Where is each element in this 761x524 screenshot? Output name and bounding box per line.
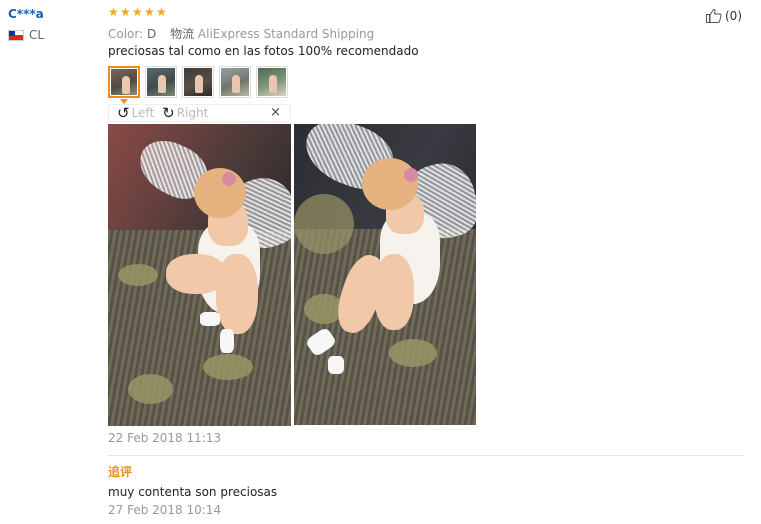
photo-thumbnail[interactable] xyxy=(219,66,251,98)
photo-thumbnail[interactable] xyxy=(256,66,288,98)
shipping-value: AliExpress Standard Shipping xyxy=(197,27,375,41)
close-icon[interactable]: × xyxy=(270,105,281,120)
rotate-right-button[interactable]: ↻ Right xyxy=(162,104,209,122)
star-icon: ★ xyxy=(156,5,167,19)
review-photo-right[interactable] xyxy=(294,124,476,425)
photo-thumbnails xyxy=(108,66,288,98)
rotate-left-icon: ↺ xyxy=(117,104,130,122)
rotate-right-label: Right xyxy=(176,106,209,120)
rotate-right-icon: ↻ xyxy=(162,104,175,122)
additional-review-text: muy contenta son preciosas xyxy=(108,485,278,499)
review-text: preciosas tal como en las fotos 100% rec… xyxy=(108,44,419,58)
star-icon: ★ xyxy=(108,5,119,19)
reviewer-country: CL xyxy=(8,28,44,42)
photo-thumbnail[interactable] xyxy=(182,66,214,98)
photo-thumbnail[interactable] xyxy=(145,66,177,98)
additional-review-label: 追评 xyxy=(108,465,133,479)
star-icon: ★ xyxy=(132,5,143,19)
reviewer-name[interactable]: C***a xyxy=(8,7,44,21)
photo-viewer-toolbar: ↺ Left ↻ Right × xyxy=(108,104,291,122)
divider xyxy=(108,455,743,456)
helpful-button[interactable]: (0) xyxy=(706,8,742,23)
review-date: 22 Feb 2018 11:13 xyxy=(108,431,222,445)
rating-stars: ★ ★ ★ ★ ★ xyxy=(108,5,167,19)
shipping-label: 物流 xyxy=(170,27,195,41)
star-icon: ★ xyxy=(144,5,155,19)
photo-thumbnail[interactable] xyxy=(108,66,140,98)
color-value: D xyxy=(147,27,157,41)
helpful-count: (0) xyxy=(725,8,742,23)
rotate-left-label: Left xyxy=(131,106,155,120)
rotate-left-button[interactable]: ↺ Left xyxy=(117,104,155,122)
order-meta: Color: D 物流 AliExpress Standard Shipping xyxy=(108,25,374,42)
country-code: CL xyxy=(29,28,45,42)
star-icon: ★ xyxy=(120,5,131,19)
additional-review-date: 27 Feb 2018 10:14 xyxy=(108,503,222,517)
chile-flag-icon xyxy=(8,29,24,41)
color-label: Color: xyxy=(108,27,144,41)
review-photo-left[interactable] xyxy=(108,124,291,426)
thumbs-up-icon xyxy=(706,8,722,23)
